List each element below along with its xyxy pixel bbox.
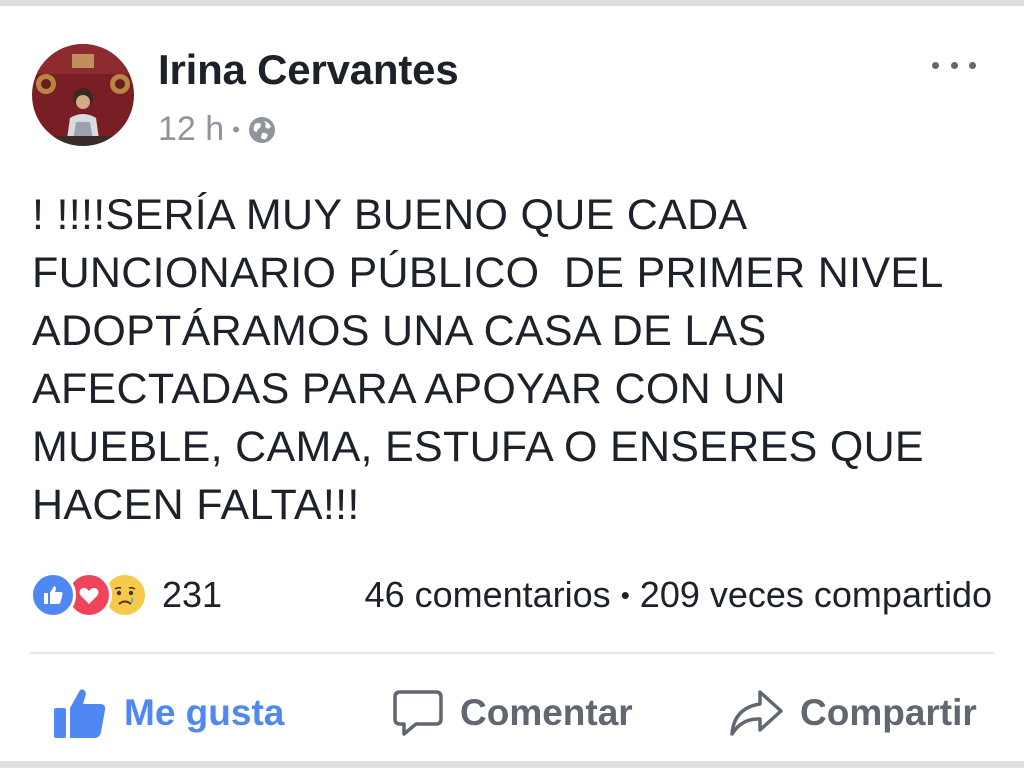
action-bar: Me gusta Comentar Compartir	[0, 676, 1024, 750]
stats-separator: •	[620, 579, 630, 610]
reactions-summary[interactable]: 231	[30, 572, 222, 618]
share-label: Compartir	[800, 692, 977, 733]
like-reaction-icon	[30, 572, 76, 618]
more-options-icon[interactable]	[932, 50, 976, 80]
reaction-count: 231	[162, 574, 223, 615]
post-meta: 12 h •	[158, 110, 276, 149]
divider	[30, 652, 994, 654]
author-name[interactable]: Irina Cervantes	[158, 46, 459, 94]
like-label: Me gusta	[124, 692, 285, 733]
comment-button[interactable]: Comentar	[392, 676, 633, 750]
meta-separator: •	[232, 116, 240, 142]
post-timestamp[interactable]: 12 h	[158, 110, 224, 149]
share-button[interactable]: Compartir	[728, 676, 977, 750]
comment-bubble-icon	[392, 688, 444, 738]
globe-icon	[248, 116, 276, 144]
more-dot	[969, 61, 976, 69]
thumbs-up-icon	[52, 686, 108, 740]
more-dot	[932, 61, 939, 69]
post-card: Irina Cervantes 12 h • ! !!!!SERÍA MUY B…	[0, 6, 1024, 761]
like-button[interactable]: Me gusta	[52, 676, 284, 750]
more-dot	[950, 61, 958, 69]
post-text: ! !!!!SERÍA MUY BUENO QUE CADA FUNCIONAR…	[32, 191, 944, 529]
shares-count-link[interactable]: 209 veces compartido	[640, 574, 992, 616]
author-avatar[interactable]	[32, 44, 134, 146]
comment-label: Comentar	[460, 692, 633, 733]
post-stats: 46 comentarios • 209 veces compartido	[365, 572, 992, 618]
comments-count-link[interactable]: 46 comentarios	[365, 574, 611, 616]
share-arrow-icon	[728, 688, 784, 738]
